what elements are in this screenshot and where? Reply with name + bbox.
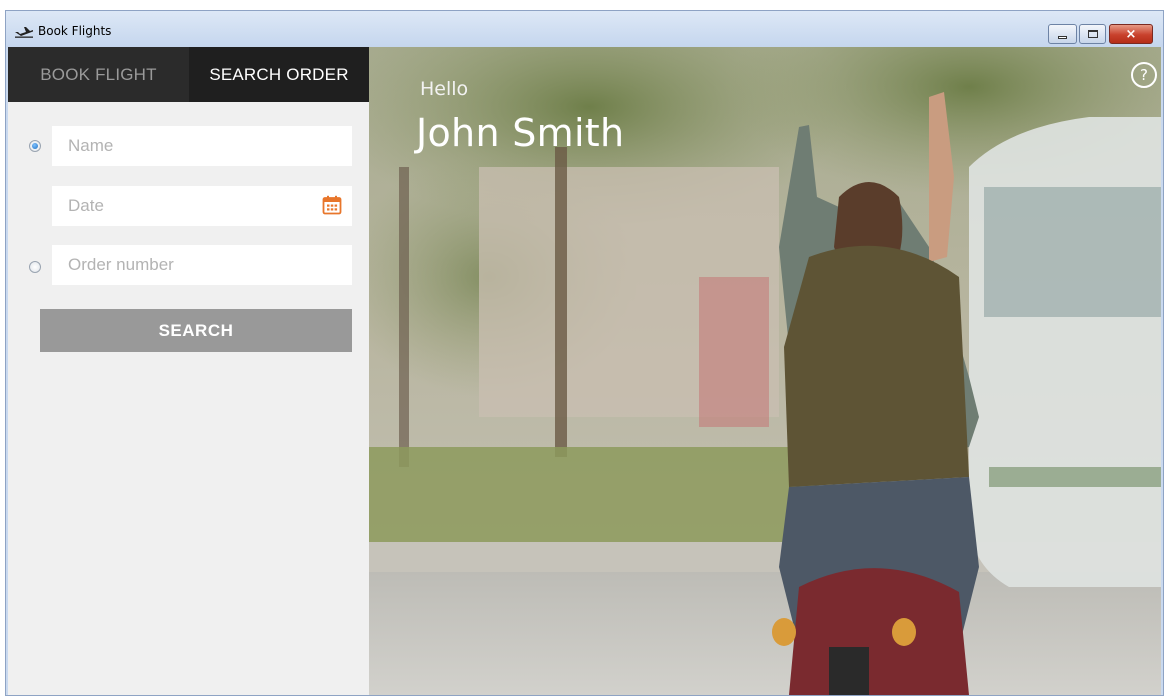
airplane-takeoff-icon: [15, 27, 33, 38]
order-number-field[interactable]: [52, 245, 352, 285]
app-window: Book Flights × BOOK FLIGHT SEARCH ORDER: [5, 10, 1164, 696]
search-order-panel: BOOK FLIGHT SEARCH ORDER SEARCH: [8, 47, 369, 695]
minimize-button[interactable]: [1048, 24, 1077, 44]
user-name: John Smith: [416, 111, 625, 155]
search-by-name-radio[interactable]: [29, 140, 41, 152]
date-field[interactable]: [52, 186, 352, 226]
close-icon: ×: [1125, 26, 1137, 42]
search-button[interactable]: SEARCH: [40, 309, 352, 352]
search-by-order-radio[interactable]: [29, 261, 41, 273]
minimize-icon: [1058, 35, 1067, 39]
greeting-text: Hello: [420, 78, 469, 100]
calendar-icon[interactable]: [322, 195, 342, 215]
close-button[interactable]: ×: [1109, 24, 1153, 44]
tab-bar: BOOK FLIGHT SEARCH ORDER: [8, 47, 369, 102]
title-bar[interactable]: Book Flights ×: [6, 11, 1163, 47]
help-icon: ?: [1140, 66, 1148, 84]
maximize-icon: [1087, 30, 1098, 38]
maximize-button[interactable]: [1079, 24, 1106, 44]
client-area: BOOK FLIGHT SEARCH ORDER SEARCH: [8, 47, 1161, 695]
tab-search-order[interactable]: SEARCH ORDER: [189, 47, 369, 102]
window-title: Book Flights: [38, 24, 112, 38]
hero-banner: Hello John Smith ?: [369, 47, 1161, 695]
help-button[interactable]: ?: [1131, 62, 1157, 88]
tab-book-flight[interactable]: BOOK FLIGHT: [8, 47, 189, 102]
name-field[interactable]: [52, 126, 352, 166]
